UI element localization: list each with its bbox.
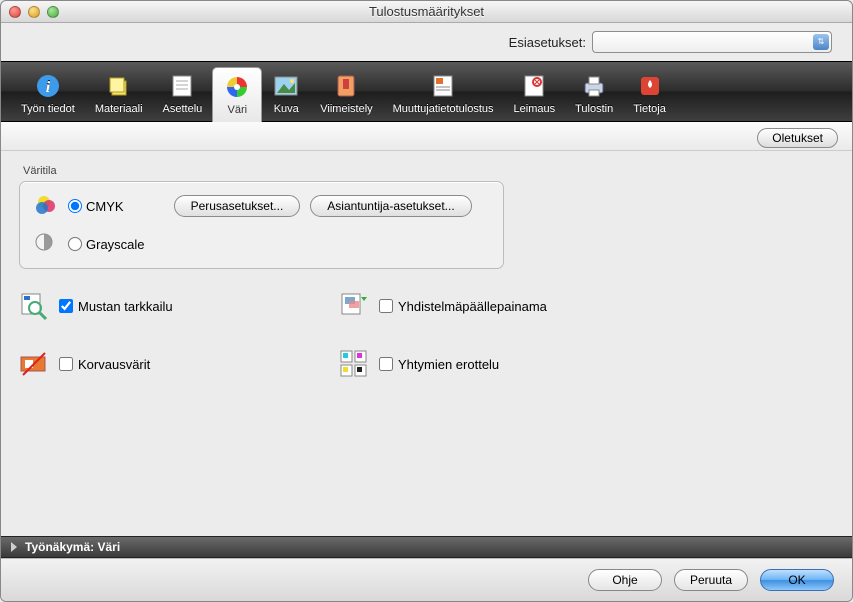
separation-icon: [339, 349, 369, 379]
paper-stack-icon: [105, 72, 133, 100]
content-area: Väritila CMYK Perusasetukset... Asiantun…: [1, 151, 852, 536]
magnifier-icon: [19, 291, 49, 321]
overprint-icon: [339, 291, 369, 321]
preset-label: Esiasetukset:: [509, 35, 586, 50]
defaults-button[interactable]: Oletukset: [757, 128, 838, 148]
dialog-buttons: Ohje Peruuta OK: [1, 558, 852, 601]
black-monitoring-label: Mustan tarkkailu: [78, 299, 173, 314]
minimize-icon[interactable]: [28, 6, 40, 18]
fiery-icon: [636, 72, 664, 100]
tab-label: Leimaus: [514, 103, 556, 115]
tab-about[interactable]: Tietoja: [623, 67, 676, 121]
info-icon: i: [34, 72, 62, 100]
tab-label: Muuttujatietotulostus: [393, 103, 494, 115]
color-wheel-icon: [223, 73, 251, 101]
window-controls: [1, 6, 59, 18]
tab-label: Materiaali: [95, 103, 143, 115]
tab-job-info[interactable]: i Työn tiedot: [11, 67, 85, 121]
tab-stamping[interactable]: Leimaus: [504, 67, 566, 121]
titlebar: Tulostusmääritykset: [1, 1, 852, 23]
grayscale-radio-label: Grayscale: [86, 237, 145, 252]
tab-label: Asettelu: [163, 103, 203, 115]
tab-color[interactable]: Väri: [212, 67, 262, 122]
printer-icon: [580, 72, 608, 100]
tab-label: Työn tiedot: [21, 103, 75, 115]
cmyk-radio-input[interactable]: [68, 199, 82, 213]
grayscale-circle-icon: [34, 232, 58, 256]
grayscale-radio-input[interactable]: [68, 237, 82, 251]
grayscale-radio[interactable]: Grayscale: [68, 237, 145, 252]
tab-label: Kuva: [274, 103, 299, 115]
combo-overprint-input[interactable]: [379, 299, 393, 313]
separation-label: Yhtymien erottelu: [398, 357, 499, 372]
document-icon: [168, 72, 196, 100]
cmyk-circles-icon: [34, 194, 58, 218]
cancel-button[interactable]: Peruuta: [674, 569, 748, 591]
help-button[interactable]: Ohje: [588, 569, 662, 591]
photo-icon: [272, 72, 300, 100]
stamp-icon: [520, 72, 548, 100]
close-icon[interactable]: [9, 6, 21, 18]
substitute-colors-label: Korvausvärit: [78, 357, 150, 372]
tab-label: Viimeistely: [320, 103, 372, 115]
job-view-label: Työnäkymä: Väri: [25, 540, 120, 554]
tab-label: Väri: [227, 104, 247, 116]
ok-button[interactable]: OK: [760, 569, 834, 591]
tab-label: Tulostin: [575, 103, 613, 115]
vdp-icon: [429, 72, 457, 100]
zoom-icon[interactable]: [47, 6, 59, 18]
substitute-colors-icon: [19, 349, 49, 379]
color-mode-group-label: Väritila: [23, 165, 834, 177]
color-mode-group: CMYK Perusasetukset... Asiantuntija-aset…: [19, 181, 504, 269]
window-title: Tulostusmääritykset: [1, 4, 852, 19]
tab-media[interactable]: Materiaali: [85, 67, 153, 121]
substitute-colors-input[interactable]: [59, 357, 73, 371]
black-monitoring-input[interactable]: [59, 299, 73, 313]
svg-text:i: i: [46, 79, 51, 96]
substitute-colors-checkbox[interactable]: Korvausvärit: [59, 357, 150, 372]
defaults-row: Oletukset: [1, 122, 852, 151]
toolbar: i Työn tiedot Materiaali Asettelu Väri: [1, 61, 852, 122]
cmyk-radio-label: CMYK: [86, 199, 124, 214]
tab-finishing[interactable]: Viimeistely: [310, 67, 382, 121]
tab-layout[interactable]: Asettelu: [153, 67, 213, 121]
tab-label: Tietoja: [633, 103, 666, 115]
chevron-updown-icon: ⇅: [813, 34, 829, 50]
preset-select[interactable]: ⇅: [592, 31, 832, 53]
tab-printer[interactable]: Tulostin: [565, 67, 623, 121]
expert-settings-button[interactable]: Asiantuntija-asetukset...: [310, 195, 471, 217]
job-view-bar[interactable]: Työnäkymä: Väri: [1, 536, 852, 558]
combo-overprint-checkbox[interactable]: Yhdistelmäpäällepainama: [379, 299, 547, 314]
tab-image[interactable]: Kuva: [262, 67, 310, 121]
combo-overprint-label: Yhdistelmäpäällepainama: [398, 299, 547, 314]
tab-vdp[interactable]: Muuttujatietotulostus: [383, 67, 504, 121]
booklet-icon: [332, 72, 360, 100]
disclosure-triangle-icon: [11, 542, 17, 552]
separation-input[interactable]: [379, 357, 393, 371]
basic-settings-button[interactable]: Perusasetukset...: [174, 195, 301, 217]
cmyk-radio[interactable]: CMYK: [68, 199, 124, 214]
black-monitoring-checkbox[interactable]: Mustan tarkkailu: [59, 299, 173, 314]
preset-row: Esiasetukset: ⇅: [1, 23, 852, 61]
separation-checkbox[interactable]: Yhtymien erottelu: [379, 357, 499, 372]
